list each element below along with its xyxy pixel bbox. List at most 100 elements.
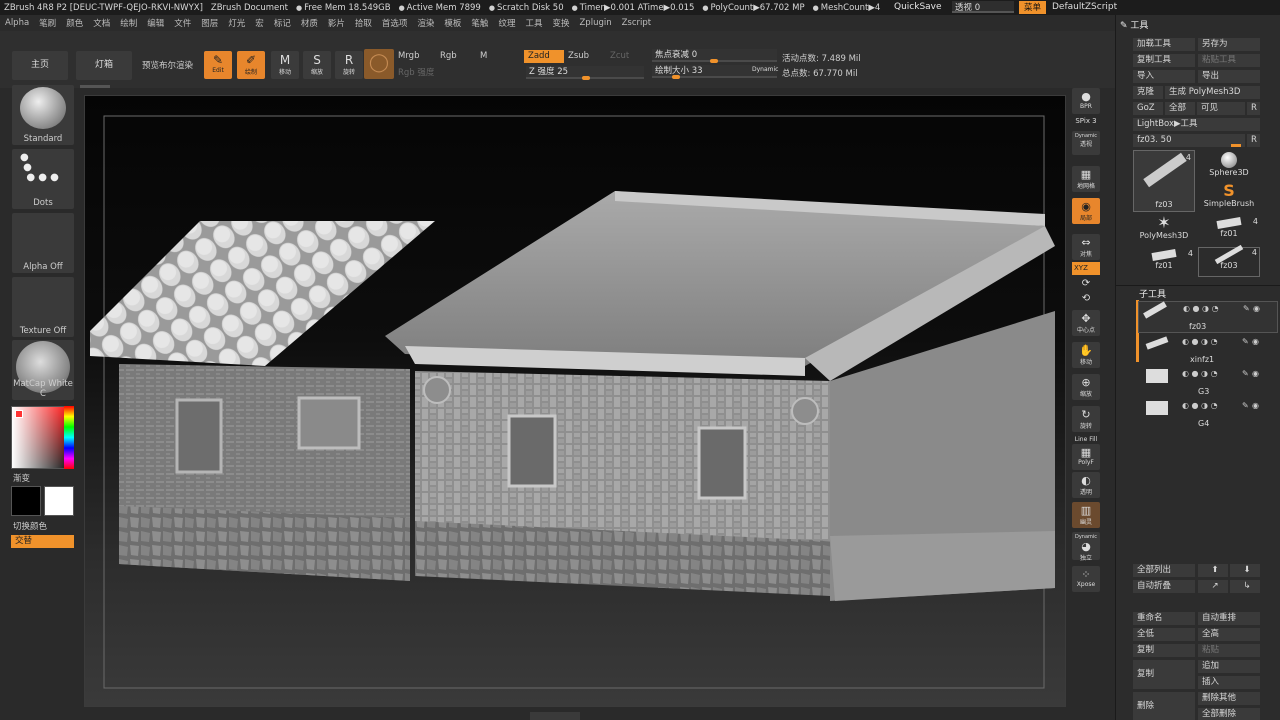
insert-button[interactable]: 插入 — [1198, 676, 1260, 689]
subtool-toggle-icons[interactable]: ◐ ● ◑ ◔ — [1183, 304, 1219, 313]
center-pivot-button[interactable]: ✥ 中心点 — [1072, 310, 1100, 336]
local-button[interactable]: ◉ 局部 — [1072, 198, 1100, 224]
material-selector[interactable]: MatCap White C — [12, 340, 74, 400]
menu-tool[interactable]: 工具 — [520, 17, 547, 29]
tool-thumb-polymesh3d[interactable]: ✶ PolyMesh3D — [1133, 215, 1195, 245]
load-tool-button[interactable]: 加载工具 — [1133, 38, 1195, 51]
polyf-button[interactable]: ▦ PolyF — [1072, 444, 1100, 470]
menu-brush[interactable]: 笔刷 — [34, 17, 61, 29]
delete-button[interactable]: 删除 — [1133, 692, 1195, 720]
move-view-button[interactable]: ✋ 移动 — [1072, 342, 1100, 368]
import-button[interactable]: 导入 — [1133, 70, 1195, 83]
eye-icon[interactable]: ◉ — [1252, 401, 1259, 410]
transparent-button[interactable]: ◐ 透明 — [1072, 472, 1100, 498]
menu-picker[interactable]: 拾取 — [350, 17, 377, 29]
stroke-selector[interactable]: ● ● ● ● ● Dots — [12, 149, 74, 209]
material-sphere-button[interactable]: ◯ — [364, 49, 394, 79]
arrow-down-right-button[interactable]: ↳ — [1230, 580, 1260, 593]
menu-material[interactable]: 材质 — [296, 17, 323, 29]
lightbox-tool-button[interactable]: LightBox▶工具 — [1133, 118, 1260, 131]
default-zscript-button[interactable]: DefaultZScript — [1052, 2, 1117, 12]
zadd-button[interactable]: Zadd — [524, 50, 564, 63]
xpose-button[interactable]: ⁘ Xpose — [1072, 566, 1100, 592]
goz-all-button[interactable]: 全部 — [1165, 102, 1195, 115]
all-high-button[interactable]: 全高 — [1198, 628, 1260, 641]
menu-macro[interactable]: 宏 — [250, 17, 269, 29]
goz-button[interactable]: GoZ — [1133, 102, 1163, 115]
rotate-z-icon[interactable]: ⟲ — [1070, 293, 1102, 304]
menu-texture[interactable]: 纹理 — [493, 17, 520, 29]
gradient-label[interactable]: 渐变 — [13, 472, 30, 484]
alternate-button[interactable]: 交替 — [11, 535, 74, 548]
secondary-color-swatch[interactable] — [44, 486, 74, 516]
delete-all-button[interactable]: 全部删除 — [1198, 708, 1260, 720]
menu-alpha[interactable]: Alpha — [0, 18, 34, 28]
subtool-row-g4[interactable]: ◐ ● ◑ ◔ ✎ ◉ G4 — [1138, 399, 1278, 431]
move-button[interactable]: M 移动 — [271, 51, 299, 79]
copy-tool-button[interactable]: 复制工具 — [1133, 54, 1195, 67]
save-as-button[interactable]: 另存为 — [1198, 38, 1260, 51]
paste-tool-button[interactable]: 粘贴工具 — [1198, 54, 1260, 67]
list-all-button[interactable]: 全部列出 — [1133, 564, 1195, 577]
goz-r-button[interactable]: R — [1247, 102, 1260, 115]
zsub-button[interactable]: Zsub — [568, 51, 589, 61]
brush-selector[interactable]: Standard — [12, 85, 74, 145]
menu-stroke[interactable]: 笔触 — [466, 17, 493, 29]
subtool-row-xinfz1[interactable]: ◐ ● ◑ ◔ ✎ ◉ xinfz1 — [1138, 335, 1278, 367]
menu-stencil[interactable]: 模板 — [439, 17, 466, 29]
rotate-view-button[interactable]: ↻ 旋转 — [1072, 406, 1100, 432]
quicksave-button[interactable]: QuickSave — [894, 2, 942, 12]
subtool-row-g3[interactable]: ◐ ● ◑ ◔ ✎ ◉ G3 — [1138, 367, 1278, 399]
focal-shift-slider[interactable]: 焦点衰减 0 — [652, 49, 777, 63]
subtool-toggle-icons[interactable]: ◐ ● ◑ ◔ — [1182, 401, 1218, 410]
texture-selector[interactable]: Texture Off — [12, 277, 74, 337]
make-polymesh-button[interactable]: 生成 PolyMesh3D — [1165, 86, 1260, 99]
m-button[interactable]: M — [480, 51, 487, 61]
viewport-canvas[interactable] — [84, 95, 1066, 707]
floor-button[interactable]: ▦ 地网格 — [1072, 166, 1100, 192]
menu-render[interactable]: 渲染 — [412, 17, 439, 29]
alpha-selector[interactable]: Alpha Off — [12, 213, 74, 273]
lightbox-tab[interactable]: 灯箱 — [76, 51, 132, 80]
menu-movie[interactable]: 影片 — [323, 17, 350, 29]
current-tool-r-button[interactable]: R — [1247, 134, 1260, 147]
brush-icon[interactable]: ✎ — [1242, 337, 1249, 346]
eye-icon[interactable]: ◉ — [1253, 304, 1260, 313]
scale-button[interactable]: S 缩放 — [303, 51, 331, 79]
main-color-swatch[interactable] — [11, 486, 41, 516]
bpr-preview-button[interactable]: 预览布尔渲染 — [142, 59, 193, 71]
arrow-up-right-button[interactable]: ↗ — [1198, 580, 1228, 593]
home-tab[interactable]: 主页 — [12, 51, 68, 80]
move-down-button[interactable]: ⬇ — [1230, 564, 1260, 577]
ghost-button[interactable]: ▥ 幽灵 — [1072, 502, 1100, 528]
rgb-button[interactable]: Rgb — [440, 51, 457, 61]
rotate-button[interactable]: R 旋转 — [335, 51, 363, 79]
rotate-y-icon[interactable]: ⟳ — [1070, 278, 1102, 289]
clone-button[interactable]: 克隆 — [1133, 86, 1163, 99]
brush-icon[interactable]: ✎ — [1242, 369, 1249, 378]
subtool-toggle-icons[interactable]: ◐ ● ◑ ◔ — [1182, 369, 1218, 378]
move-up-button[interactable]: ⬆ — [1198, 564, 1228, 577]
menu-file[interactable]: 文件 — [169, 17, 196, 29]
dynamic-toggle[interactable]: Dynamic — [752, 66, 778, 73]
menu-preferences[interactable]: 首选项 — [377, 17, 413, 29]
tool-thumb-sphere3d[interactable]: Sphere3D — [1198, 152, 1260, 182]
draw-button[interactable]: ✐ 绘制 — [237, 51, 265, 79]
rgb-intensity-slider[interactable]: Rgb 强度 — [398, 66, 434, 78]
perspective-button[interactable]: Dynamic 透视 — [1072, 131, 1100, 155]
edit-button[interactable]: ✎ Edit — [204, 51, 232, 79]
tool-thumb-fz01-b[interactable]: 4 fz01 — [1133, 248, 1195, 279]
spix-slider[interactable]: SPix 3 — [1070, 117, 1102, 125]
xyz-button[interactable]: XYZ — [1072, 262, 1100, 275]
menu-button[interactable]: 菜单 — [1019, 1, 1046, 14]
brush-icon[interactable]: ✎ — [1242, 401, 1249, 410]
duplicate-button[interactable]: 复制 — [1133, 644, 1195, 657]
mrgb-button[interactable]: Mrgb — [398, 51, 419, 61]
menu-light[interactable]: 灯光 — [223, 17, 250, 29]
transparency-slider[interactable]: 透视 0 — [952, 1, 1014, 13]
auto-collapse-button[interactable]: 自动折叠 — [1133, 580, 1195, 593]
menu-marker[interactable]: 标记 — [269, 17, 296, 29]
menu-zscript[interactable]: Zscript — [617, 18, 657, 28]
switch-color-button[interactable]: 切换颜色 — [13, 520, 47, 532]
menu-color[interactable]: 颜色 — [61, 17, 88, 29]
